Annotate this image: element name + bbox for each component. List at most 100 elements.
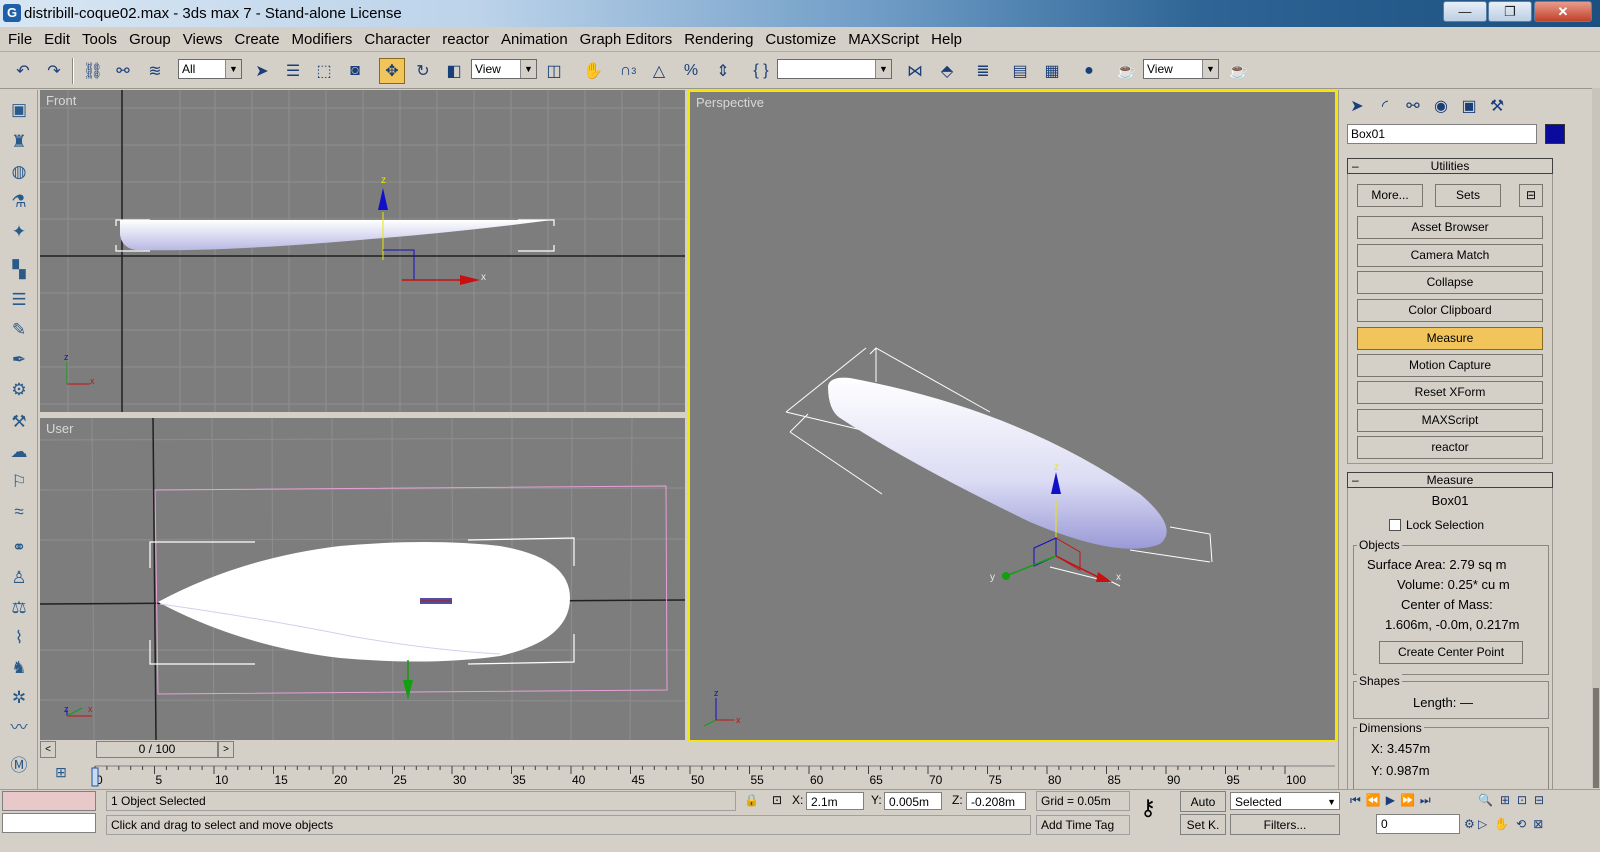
minimize-button[interactable]: — — [1443, 1, 1487, 22]
sphere-icon[interactable]: ◍ — [6, 160, 32, 184]
figure-icon[interactable]: ♞ — [6, 656, 32, 680]
object-color-swatch[interactable] — [1545, 124, 1565, 144]
biped-icon[interactable]: ♙ — [6, 566, 32, 590]
layer-manager-icon[interactable]: ≣ — [970, 58, 996, 84]
menu-edit[interactable]: Edit — [38, 27, 76, 52]
menu-animation[interactable]: Animation — [495, 27, 574, 52]
maximize-button[interactable]: ❐ — [1488, 1, 1532, 22]
z-coordinate-field[interactable]: -0.208m — [966, 792, 1026, 810]
command-panel-scrollbar[interactable] — [1592, 88, 1600, 788]
motion-capture-button[interactable]: Motion Capture — [1357, 354, 1543, 377]
reset-xform-button[interactable]: Reset XForm — [1357, 381, 1543, 404]
spring-icon[interactable]: ⌇ — [6, 626, 32, 650]
checker-icon[interactable]: ▚ — [6, 258, 32, 282]
brush-icon[interactable]: ✎ — [6, 318, 32, 342]
snaps-toggle-icon[interactable]: ∩ 3 — [615, 58, 641, 84]
utilities-tab-icon[interactable]: ⚒ — [1485, 95, 1509, 119]
select-object-icon[interactable]: ➤ — [249, 58, 275, 84]
menu-views[interactable]: Views — [177, 27, 229, 52]
unlink-icon[interactable]: ⚯ — [110, 58, 136, 84]
menu-graph-editors[interactable]: Graph Editors — [574, 27, 679, 52]
scale-icon[interactable]: ⚖ — [6, 596, 32, 620]
render-scene-icon[interactable]: ☕ — [1113, 58, 1139, 84]
collapse-button[interactable]: Collapse — [1357, 271, 1543, 294]
x-coordinate-field[interactable]: 2.1m — [806, 792, 864, 810]
select-by-name-icon[interactable]: ☰ — [280, 58, 306, 84]
rope-icon[interactable]: 〰 — [6, 716, 32, 740]
curve-editor-icon[interactable]: ▤ — [1007, 58, 1033, 84]
display-tab-icon[interactable]: ▣ — [1457, 95, 1481, 119]
box-icon[interactable]: ▣ — [6, 98, 32, 122]
quick-render-icon[interactable]: ☕ — [1225, 58, 1251, 84]
spinner-snap-icon[interactable]: ⇕ — [710, 58, 736, 84]
window-crossing-icon[interactable]: ◙ — [342, 58, 368, 84]
time-slider[interactable]: 0 / 100 — [96, 741, 218, 758]
select-and-scale-icon[interactable]: ◧ — [441, 58, 467, 84]
angle-snap-icon[interactable]: △ — [646, 58, 672, 84]
hierarchy-tab-icon[interactable]: ⚯ — [1401, 95, 1425, 119]
menu-create[interactable]: Create — [229, 27, 286, 52]
lock-icon[interactable]: 🔒 — [744, 790, 759, 810]
align-icon[interactable]: ⬘ — [934, 58, 960, 84]
cloth-icon[interactable]: ⚐ — [6, 470, 32, 494]
set-key-button[interactable]: Set K. — [1180, 814, 1226, 835]
maxscript-button[interactable]: MAXScript — [1357, 409, 1543, 432]
gear-icon[interactable]: ⚙ — [6, 378, 32, 402]
object-name-field[interactable]: Box01 — [1347, 124, 1537, 144]
user-viewport-label[interactable]: User — [46, 421, 73, 436]
current-frame-field[interactable]: 0 — [1376, 814, 1460, 834]
shirt-icon[interactable]: ♜ — [6, 130, 32, 154]
asset-browser-button[interactable]: Asset Browser — [1357, 216, 1543, 239]
menu-reactor[interactable]: reactor — [436, 27, 495, 52]
schematic-view-icon[interactable]: ▦ — [1039, 58, 1065, 84]
perspective-viewport-label[interactable]: Perspective — [696, 95, 764, 110]
modify-tab-icon[interactable]: ◜ — [1373, 95, 1397, 119]
color-clipboard-button[interactable]: Color Clipboard — [1357, 299, 1543, 322]
user-viewport[interactable]: z x User — [40, 418, 685, 740]
configure-button-sets-icon[interactable]: ⊟ — [1519, 184, 1543, 207]
playback-controls[interactable]: ⏮⏪▶⏩⏭ — [1350, 790, 1436, 810]
menu-maxscript[interactable]: MAXScript — [842, 27, 925, 52]
menu-customize[interactable]: Customize — [759, 27, 842, 52]
absolute-mode-icon[interactable]: ⊡ — [772, 790, 782, 810]
stack-icon[interactable]: ☰ — [6, 288, 32, 312]
set-key-icon[interactable]: ⚷ — [1140, 797, 1156, 819]
menu-help[interactable]: Help — [925, 27, 968, 52]
utilities-rollout-header[interactable]: – Utilities — [1347, 158, 1553, 174]
create-tab-icon[interactable]: ➤ — [1345, 95, 1369, 119]
named-selection-sets-dropdown[interactable]: ▼ — [777, 59, 892, 79]
redo-icon[interactable]: ↷ — [41, 58, 67, 84]
selection-filter-dropdown[interactable]: All ▼ — [178, 59, 242, 79]
mirror-icon[interactable]: ⋈ — [902, 58, 928, 84]
menu-modifiers[interactable]: Modifiers — [286, 27, 359, 52]
edit-named-selections-icon[interactable]: { } — [748, 58, 774, 84]
time-slider-next[interactable]: > — [218, 741, 234, 758]
maxscript-listener-input[interactable] — [2, 813, 96, 833]
time-configuration-icon[interactable]: ⚙ — [1464, 814, 1475, 834]
camera-match-button[interactable]: Camera Match — [1357, 244, 1543, 267]
render-type-dropdown[interactable]: View ▼ — [1143, 59, 1219, 79]
viewport-navigation-controls[interactable]: ▷✋⟲⊠ — [1478, 814, 1550, 834]
maxscript-listener-mini[interactable] — [2, 791, 96, 811]
front-viewport-label[interactable]: Front — [46, 93, 76, 108]
link-icon[interactable]: ⚭ — [6, 536, 32, 560]
close-button[interactable]: ✕ — [1534, 1, 1592, 22]
track-bar[interactable]: ⊞ 0 5 10 15 20 25 30 35 40 45 50 55 60 65 70 75 80 85 90 95… — [40, 762, 1335, 788]
material-editor-icon[interactable]: ● — [1076, 58, 1102, 84]
lamp-icon[interactable]: ⚗ — [6, 190, 32, 214]
water-icon[interactable]: ≈ — [6, 500, 32, 524]
dropper-icon[interactable]: ✒ — [6, 348, 32, 372]
add-time-tag[interactable]: Add Time Tag — [1036, 815, 1130, 835]
y-coordinate-field[interactable]: 0.005m — [884, 792, 942, 810]
undo-icon[interactable]: ↶ — [10, 58, 36, 84]
wheel-icon[interactable]: ✲ — [6, 686, 32, 710]
bone-icon[interactable]: ⚒ — [6, 410, 32, 434]
menu-tools[interactable]: Tools — [76, 27, 123, 52]
measure-button[interactable]: Measure — [1357, 327, 1543, 350]
select-and-link-icon[interactable]: ⛓ — [80, 58, 106, 84]
key-mode-dropdown[interactable]: Selected ▼ — [1230, 792, 1340, 810]
sets-button[interactable]: Sets — [1435, 184, 1501, 207]
more-button[interactable]: More... — [1357, 184, 1423, 207]
scrollbar-thumb[interactable] — [1593, 688, 1599, 788]
zoom-controls[interactable]: 🔍⊞⊡⊟ — [1478, 790, 1551, 810]
